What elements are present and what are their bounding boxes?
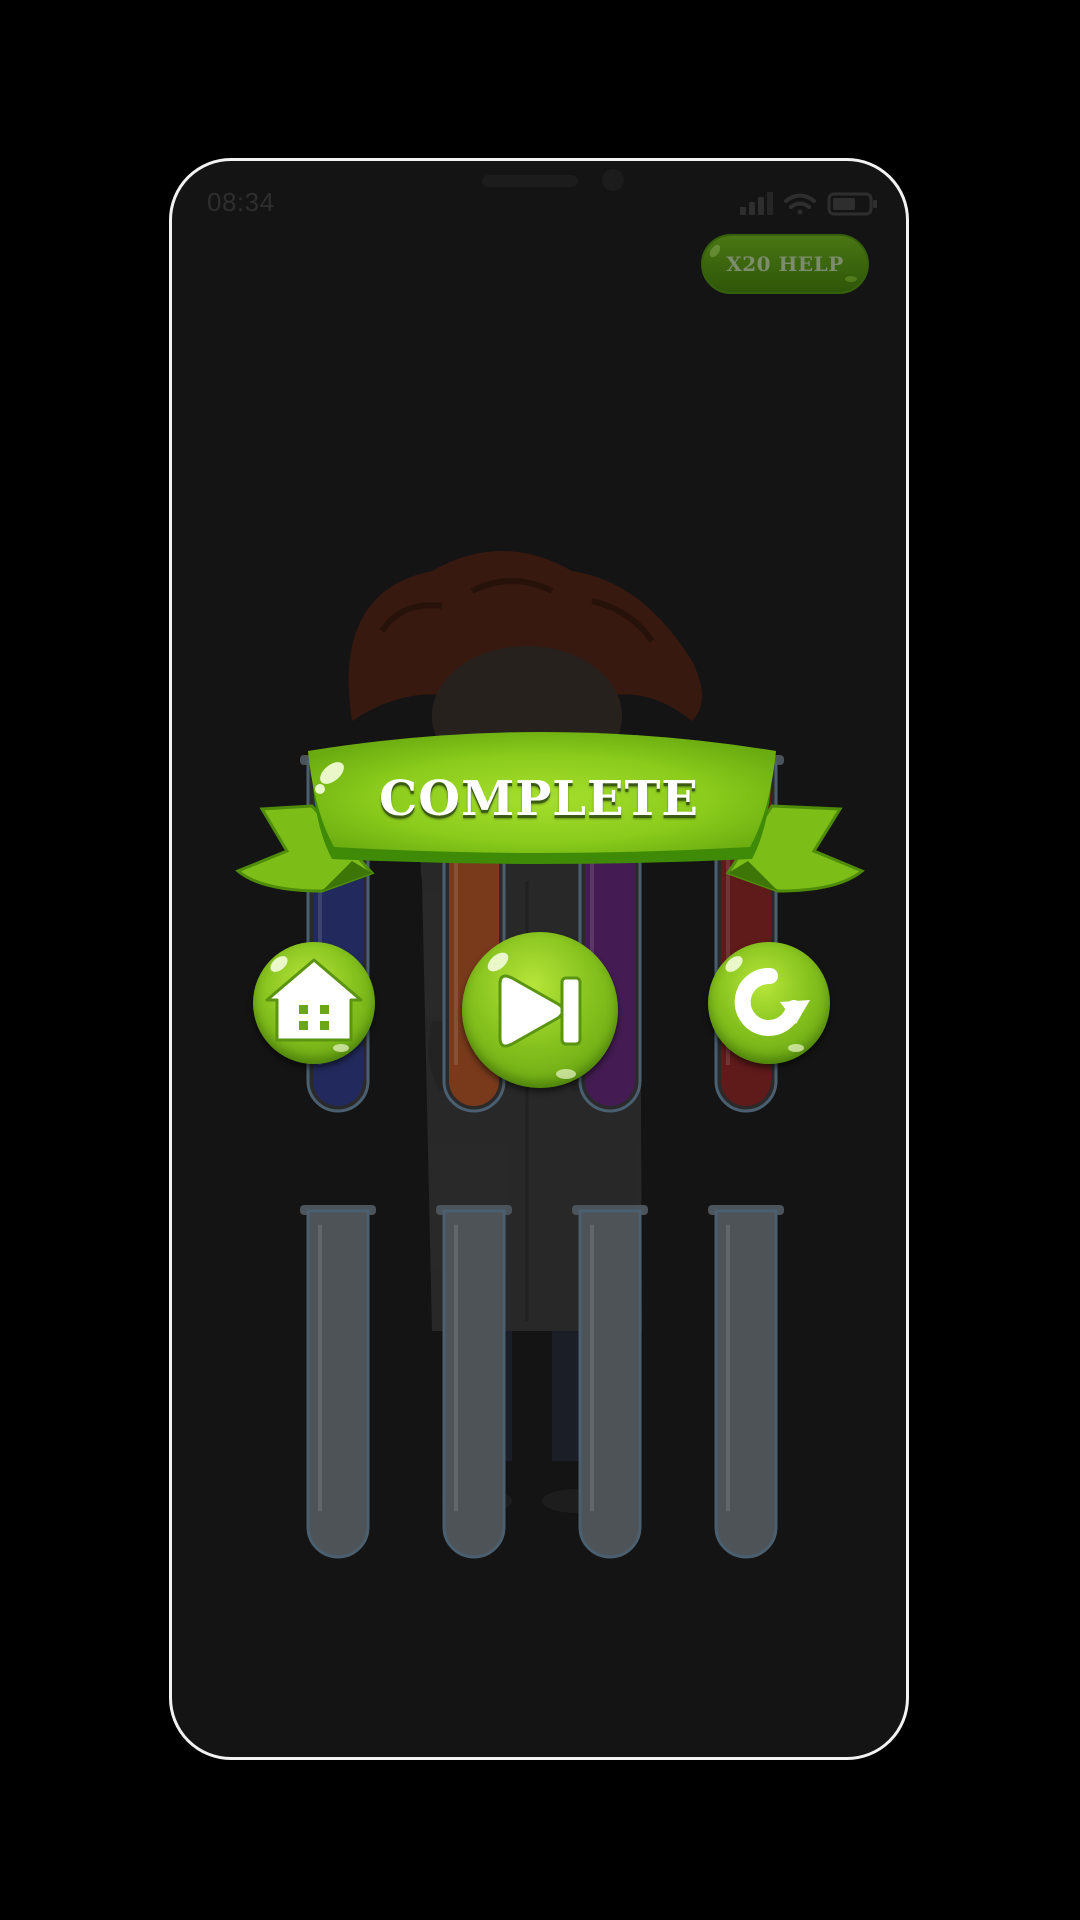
home-button[interactable]	[253, 942, 375, 1064]
tube-shine	[590, 1225, 594, 1511]
tube-glass	[442, 1209, 506, 1559]
tube-glass	[306, 1209, 370, 1559]
next-level-button[interactable]	[462, 932, 618, 1088]
bottom-tube-2[interactable]	[436, 1205, 512, 1559]
tube-shine	[318, 1225, 322, 1511]
tube-shine	[454, 1225, 458, 1511]
restart-button[interactable]	[708, 942, 830, 1064]
bottom-tube-3[interactable]	[572, 1205, 648, 1559]
tube-glass	[578, 1209, 642, 1559]
bottom-tube-4[interactable]	[708, 1205, 784, 1559]
home-icon	[265, 956, 363, 1052]
skip-forward-icon	[487, 952, 582, 1079]
complete-title: COMPLETE	[379, 771, 699, 827]
screen: 08:34 X20 HELP COMPLETE	[0, 0, 1080, 1920]
bottom-tube-1[interactable]	[300, 1205, 376, 1559]
phone-frame: 08:34 X20 HELP COMPLETE	[169, 158, 909, 1760]
tube-glass	[714, 1209, 778, 1559]
restart-icon	[725, 956, 810, 1052]
tube-shine	[726, 1225, 730, 1511]
